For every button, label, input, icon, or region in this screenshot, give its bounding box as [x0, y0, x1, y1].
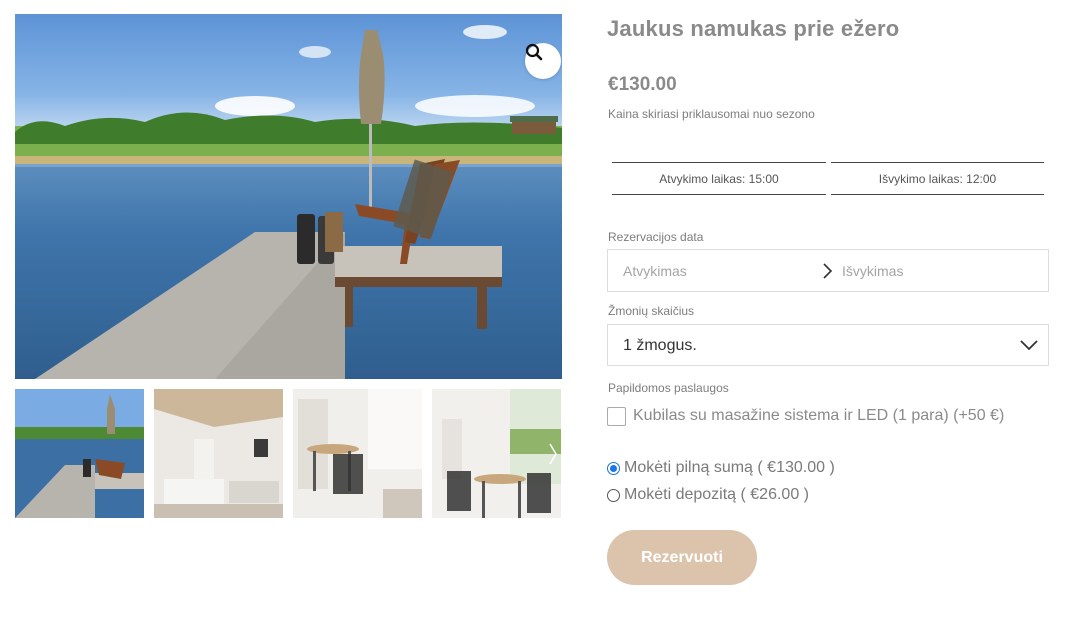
payment-full-option[interactable]: Mokėti pilną sumą ( €130.00 ) [607, 458, 835, 478]
thumbnail-lake[interactable] [15, 389, 144, 518]
chevron-right-icon [549, 443, 557, 465]
payment-full-label: Mokėti pilną sumą ( €130.00 ) [624, 459, 835, 476]
payment-deposit-option[interactable]: Mokėti depozitą ( €26.00 ) [607, 485, 809, 505]
date-range-picker[interactable]: Atvykimas Išvykimas [607, 249, 1049, 292]
price-note: Kaina skiriasi priklausomai nuo sezono [608, 107, 815, 121]
extra-service-label: Kubilas su masažine sistema ir LED (1 pa… [633, 407, 1005, 424]
checkin-time: Atvykimo laikas: 15:00 [612, 162, 826, 195]
people-label: Žmonių skaičius [608, 304, 695, 318]
payment-deposit-radio[interactable] [607, 488, 620, 502]
people-select[interactable]: 1 žmogus. [607, 324, 1049, 366]
departure-input[interactable]: Išvykimas [842, 263, 903, 279]
product-price: €130.00 [608, 74, 677, 95]
magnifier-icon [525, 43, 543, 61]
chevron-down-icon [1020, 340, 1038, 351]
extra-service-option[interactable]: Kubilas su masažine sistema ir LED (1 pa… [607, 405, 1004, 427]
people-select-value: 1 žmogus. [623, 337, 697, 354]
payment-deposit-label: Mokėti depozitą ( €26.00 ) [624, 486, 809, 503]
thumbnail-living-room[interactable] [154, 389, 283, 518]
gallery-next-button[interactable] [545, 437, 561, 471]
extra-service-checkbox[interactable] [607, 406, 626, 426]
arrival-input[interactable]: Atvykimas [623, 263, 687, 279]
thumbnail-strip [15, 389, 562, 518]
zoom-button[interactable] [525, 43, 561, 79]
checkin-checkout-times: Atvykimo laikas: 15:00 Išvykimo laikas: … [612, 162, 1044, 195]
product-title: Jaukus namukas prie ežero [607, 16, 900, 41]
chevron-right-icon [823, 263, 833, 279]
product-main-image[interactable] [15, 14, 562, 379]
checkout-time: Išvykimo laikas: 12:00 [831, 162, 1044, 195]
reserve-button[interactable]: Rezervuoti [607, 530, 757, 585]
payment-full-radio[interactable] [607, 461, 620, 475]
thumbnail-dining-window[interactable] [432, 389, 561, 518]
thumbnail-dining-area[interactable] [293, 389, 422, 518]
date-label: Rezervacijos data [608, 230, 704, 244]
extras-label: Papildomos paslaugos [608, 381, 729, 395]
